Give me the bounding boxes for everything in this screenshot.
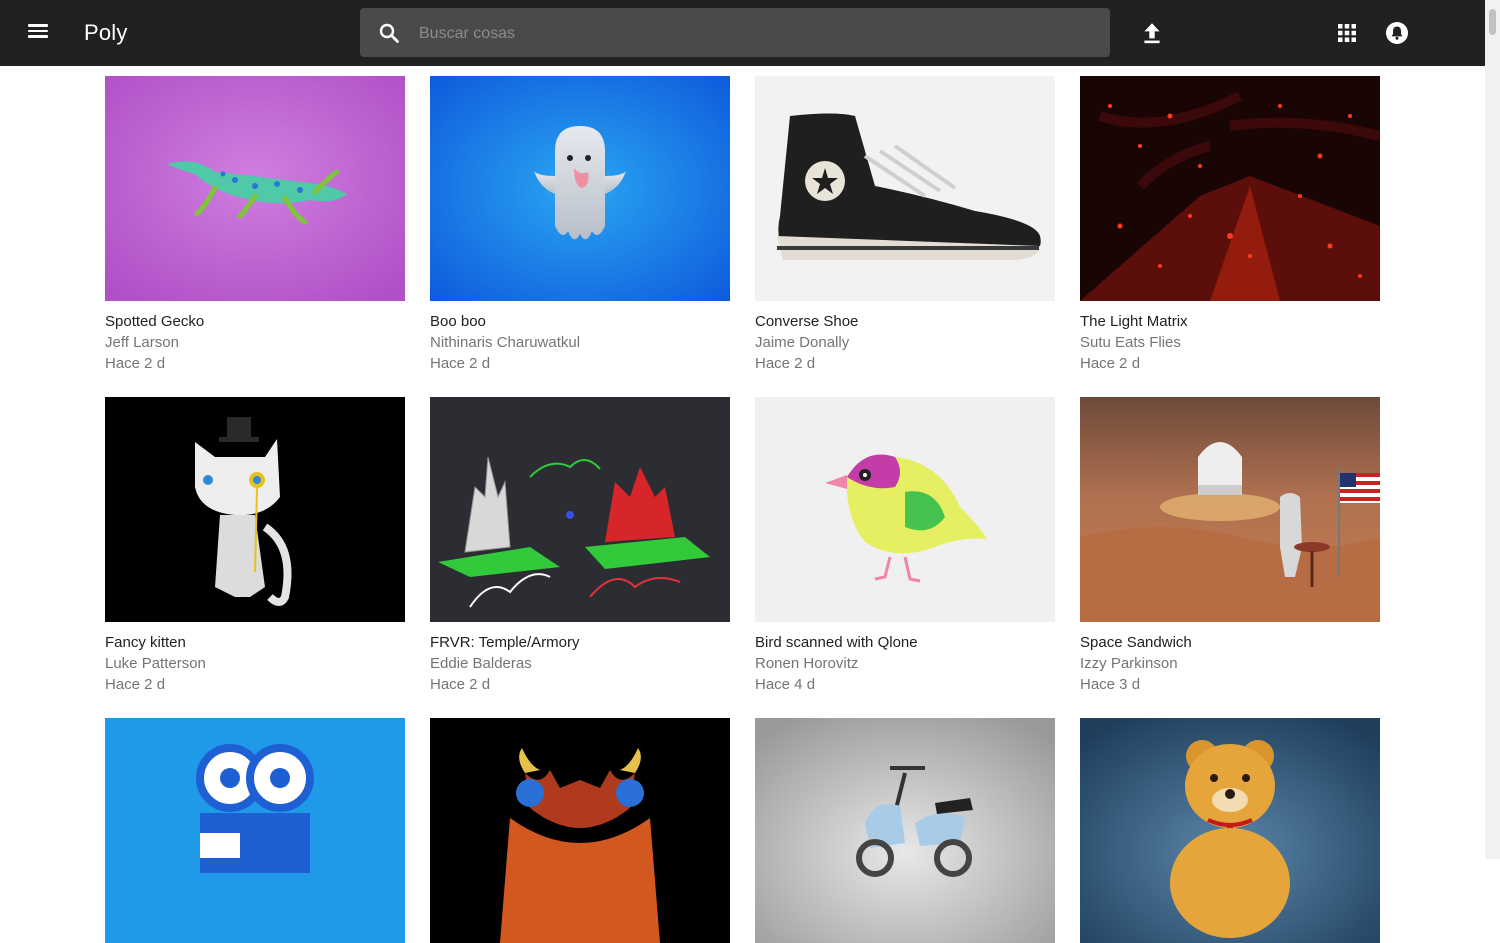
app-logo[interactable]: Poly [84, 20, 128, 46]
menu-icon[interactable] [26, 21, 50, 45]
top-app-bar: Poly [0, 0, 1485, 66]
asset-time: Hace 4 d [755, 676, 816, 693]
asset-card[interactable]: Boo boo Nithinaris Charuwatkul Hace 2 d [430, 76, 730, 374]
asset-author[interactable]: Jeff Larson [105, 332, 405, 353]
asset-card[interactable]: Spotted Gecko Jeff Larson Hace 2 d [105, 76, 405, 374]
asset-author[interactable]: Luke Patterson [105, 653, 405, 674]
search-icon[interactable] [377, 21, 401, 45]
asset-card[interactable] [105, 718, 405, 943]
asset-thumbnail[interactable] [1080, 397, 1380, 622]
apps-grid-icon[interactable] [1335, 21, 1359, 45]
asset-time: Hace 2 d [105, 676, 166, 693]
asset-title[interactable]: Converse Shoe [755, 311, 1055, 332]
asset-title[interactable]: FRVR: Temple/Armory [430, 632, 730, 653]
asset-time: Hace 2 d [1080, 355, 1141, 372]
scrollbar-thumb[interactable] [1489, 9, 1496, 35]
asset-thumbnail[interactable] [1080, 76, 1380, 301]
asset-card[interactable]: FRVR: Temple/Armory Eddie Balderas Hace … [430, 397, 730, 695]
asset-card[interactable] [430, 718, 730, 943]
asset-thumbnail[interactable] [755, 718, 1055, 943]
scrollbar[interactable] [1485, 0, 1500, 859]
asset-author[interactable]: Nithinaris Charuwatkul [430, 332, 730, 353]
asset-time: Hace 3 d [1080, 676, 1141, 693]
asset-thumbnail[interactable] [430, 718, 730, 943]
upload-icon[interactable] [1139, 20, 1165, 46]
asset-card[interactable]: Converse Shoe Jaime Donally Hace 2 d [755, 76, 1055, 374]
asset-author[interactable]: Izzy Parkinson [1080, 653, 1380, 674]
asset-card[interactable] [755, 718, 1055, 943]
asset-thumbnail[interactable] [105, 397, 405, 622]
asset-author[interactable]: Ronen Horovitz [755, 653, 1055, 674]
search-bar[interactable] [360, 8, 1110, 59]
asset-thumbnail[interactable] [105, 718, 405, 943]
asset-time: Hace 2 d [430, 676, 491, 693]
asset-thumbnail[interactable] [755, 397, 1055, 622]
asset-thumbnail[interactable] [1080, 718, 1380, 943]
asset-card[interactable]: Fancy kitten Luke Patterson Hace 2 d [105, 397, 405, 695]
asset-title[interactable]: Spotted Gecko [105, 311, 405, 332]
asset-title[interactable]: Bird scanned with Qlone [755, 632, 1055, 653]
asset-author[interactable]: Jaime Donally [755, 332, 1055, 353]
search-input[interactable] [417, 8, 1091, 59]
asset-thumbnail[interactable] [105, 76, 405, 301]
asset-title[interactable]: Boo boo [430, 311, 730, 332]
asset-time: Hace 2 d [755, 355, 816, 372]
asset-time: Hace 2 d [430, 355, 491, 372]
asset-thumbnail[interactable] [430, 76, 730, 301]
asset-card[interactable]: The Light Matrix Sutu Eats Flies Hace 2 … [1080, 76, 1380, 374]
asset-card[interactable]: Bird scanned with Qlone Ronen Horovitz H… [755, 397, 1055, 695]
asset-card[interactable]: Space Sandwich Izzy Parkinson Hace 3 d [1080, 397, 1380, 695]
asset-title[interactable]: Space Sandwich [1080, 632, 1380, 653]
asset-card[interactable] [1080, 718, 1380, 943]
asset-title[interactable]: Fancy kitten [105, 632, 405, 653]
asset-author[interactable]: Sutu Eats Flies [1080, 332, 1380, 353]
asset-thumbnail[interactable] [755, 76, 1055, 301]
asset-author[interactable]: Eddie Balderas [430, 653, 730, 674]
asset-time: Hace 2 d [105, 355, 166, 372]
account-icon[interactable] [1384, 20, 1410, 46]
asset-thumbnail[interactable] [430, 397, 730, 622]
asset-title[interactable]: The Light Matrix [1080, 311, 1380, 332]
